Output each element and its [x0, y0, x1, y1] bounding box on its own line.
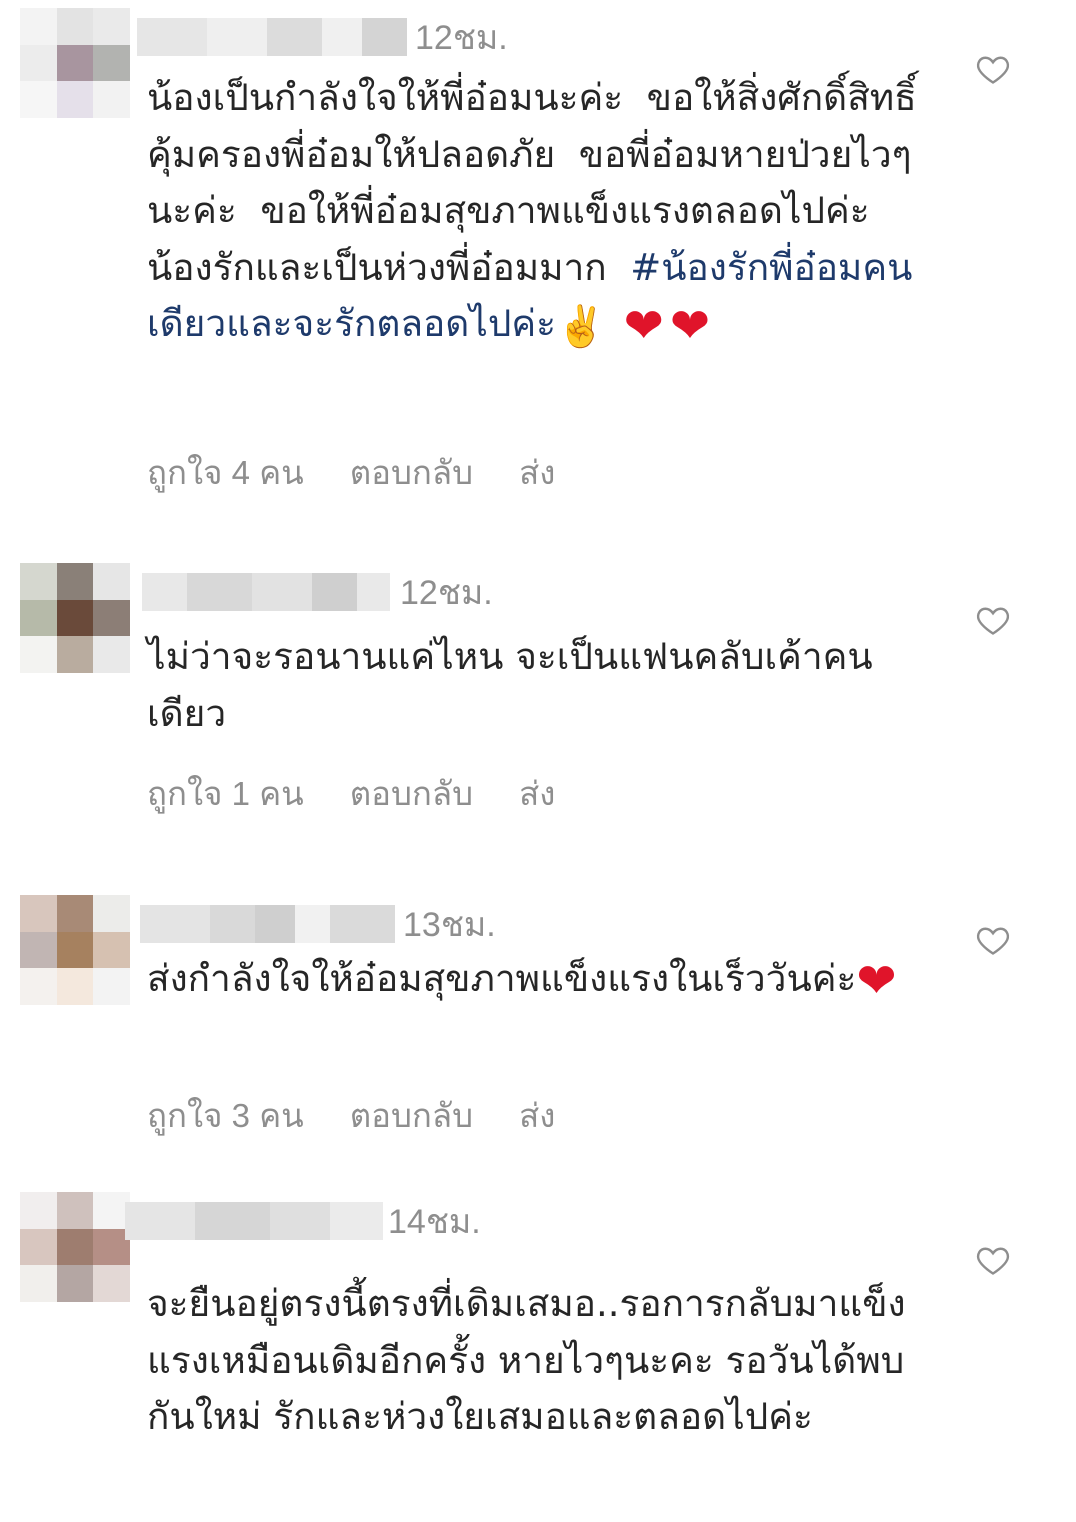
heart-outline-icon[interactable]: [975, 922, 1011, 958]
likes-count[interactable]: ถูกใจ 4 คน: [147, 446, 304, 499]
red-heart-emoji: ❤: [669, 298, 711, 354]
red-heart-emoji: ❤: [856, 953, 897, 1009]
comment-text: น้องเป็นกำลังใจให้พี่อ๋อมนะค่ะ ขอให้สิ่ง…: [147, 70, 927, 356]
username-row: 12ชม.: [137, 563, 557, 629]
comment-actions: ถูกใจ 4 คน ตอบกลับ ส่ง: [147, 446, 555, 499]
username-blurred[interactable]: [125, 1202, 383, 1240]
username-blurred[interactable]: [137, 18, 407, 56]
red-heart-emoji: ❤: [623, 298, 664, 354]
heart-outline-icon[interactable]: [975, 1242, 1011, 1278]
avatar[interactable]: [20, 895, 130, 1005]
username-row: 12ชม.: [137, 8, 557, 74]
likes-count[interactable]: ถูกใจ 3 คน: [147, 1089, 304, 1142]
comment-text: ส่งกำลังใจให้อ๋อมสุขภาพแข็งแรงในเร็ววันค…: [147, 951, 927, 1010]
avatar[interactable]: [20, 8, 130, 118]
comment-time: 12ชม.: [415, 19, 508, 57]
send-button[interactable]: ส่ง: [519, 446, 555, 499]
comment-time: 14ชม.: [388, 1203, 481, 1241]
comment-actions: ถูกใจ 3 คน ตอบกลับ ส่ง: [147, 1089, 555, 1142]
comment-time: 13ชม.: [403, 906, 496, 944]
username-row: 14ชม.: [125, 1192, 557, 1258]
comment-text: จะยืนอยู่ตรงนี้ตรงที่เดิมเสมอ..รอการกลับ…: [147, 1282, 906, 1438]
comment-actions: ถูกใจ 1 คน ตอบกลับ ส่ง: [147, 767, 555, 820]
comment-body: ส่งกำลังใจให้อ๋อมสุขภาพแข็งแรงในเร็ววันค…: [147, 957, 857, 1000]
avatar[interactable]: [20, 563, 130, 673]
send-button[interactable]: ส่ง: [519, 1089, 555, 1142]
likes-count[interactable]: ถูกใจ 1 คน: [147, 767, 304, 820]
comment-text: ไม่ว่าจะรอนานแค่ไหน จะเป็นแฟนคลับเค้าคนเ…: [147, 635, 873, 735]
heart-outline-icon[interactable]: [975, 602, 1011, 638]
reply-button[interactable]: ตอบกลับ: [350, 767, 473, 820]
send-button[interactable]: ส่ง: [519, 767, 555, 820]
reply-button[interactable]: ตอบกลับ: [350, 1089, 473, 1142]
heart-outline-icon[interactable]: [975, 51, 1011, 87]
reply-button[interactable]: ตอบกลับ: [350, 446, 473, 499]
comment-time: 12ชม.: [400, 574, 493, 612]
username-blurred[interactable]: [140, 905, 395, 943]
username-blurred[interactable]: [142, 573, 390, 611]
victory-emoji: ✌️: [556, 304, 606, 350]
avatar[interactable]: [20, 1192, 130, 1302]
